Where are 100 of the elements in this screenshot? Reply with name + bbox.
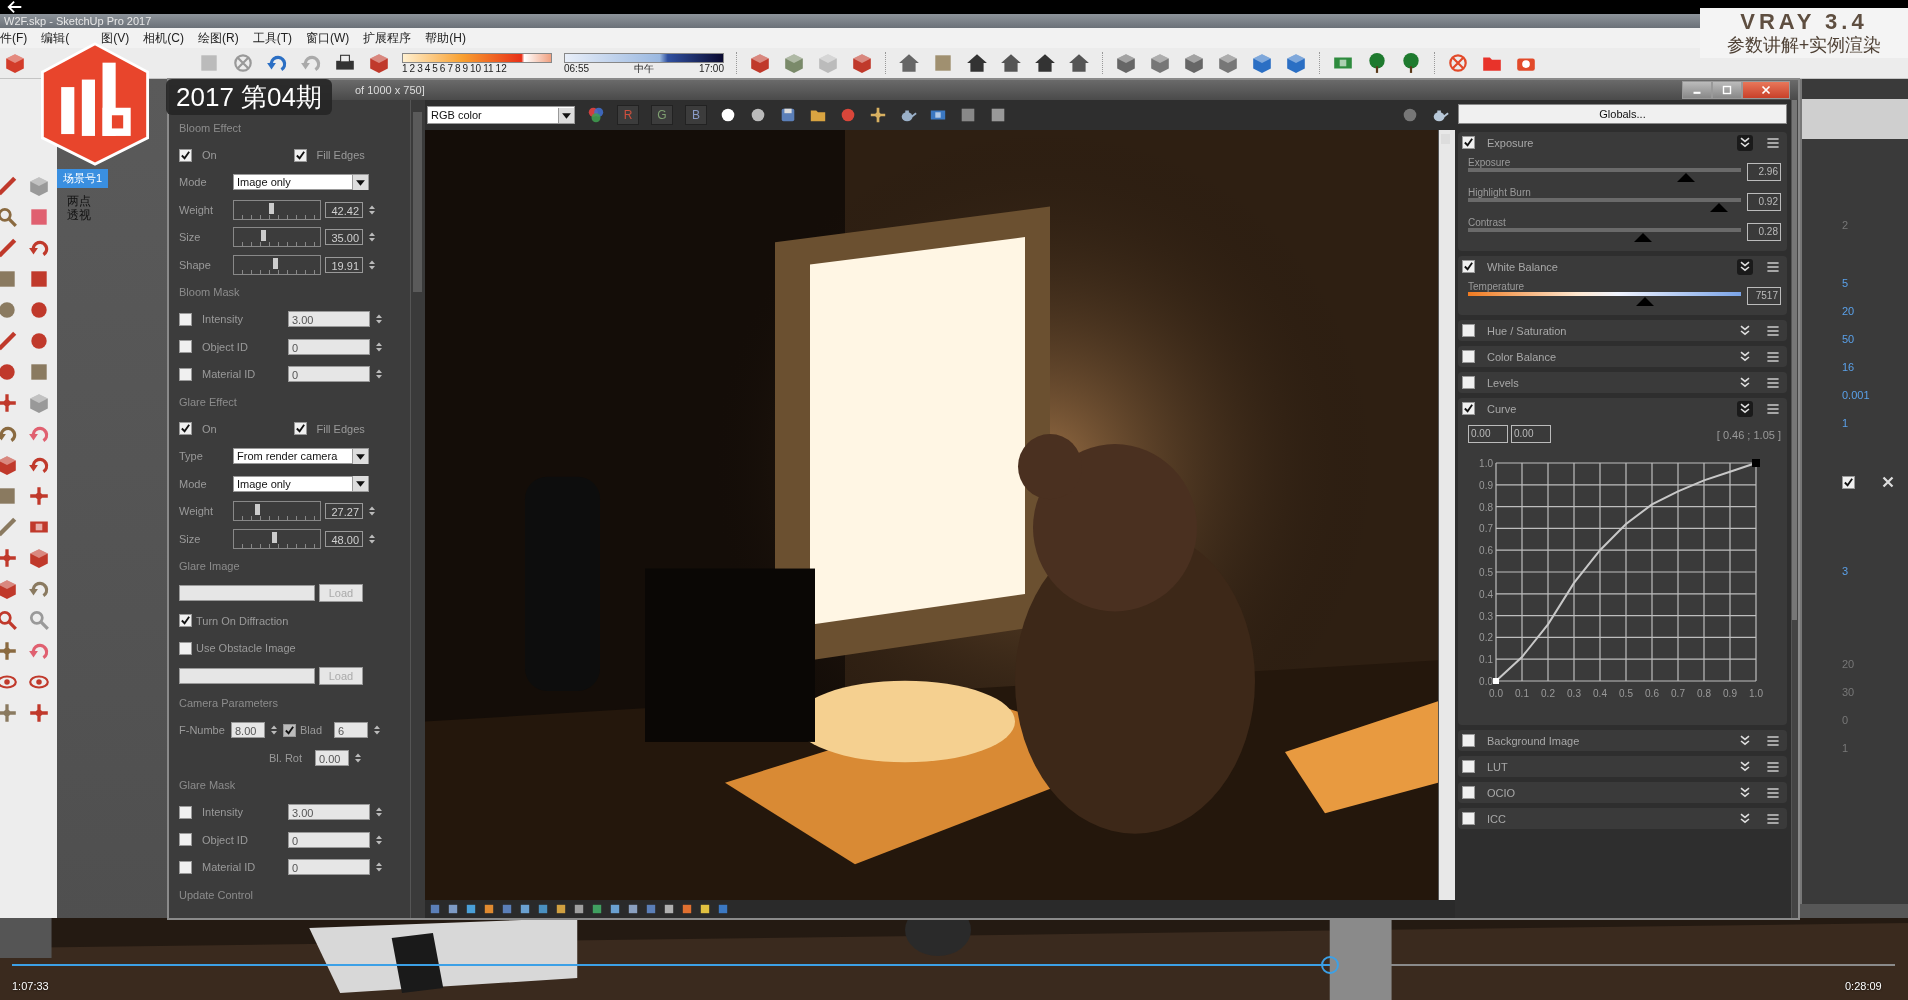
circle-icon[interactable] bbox=[719, 106, 737, 124]
spin-button[interactable] bbox=[374, 807, 384, 818]
spin-button[interactable] bbox=[367, 232, 377, 243]
square-icon[interactable] bbox=[465, 903, 477, 915]
pencil-icon[interactable] bbox=[0, 516, 18, 538]
checkbox[interactable] bbox=[1462, 136, 1475, 149]
scroll-thumb[interactable] bbox=[413, 112, 422, 292]
menu-item[interactable]: 扩展程序 bbox=[363, 29, 412, 47]
input-field[interactable]: 0 bbox=[288, 859, 370, 876]
cube-icon[interactable] bbox=[783, 52, 805, 74]
menu-item[interactable]: 编辑( bbox=[41, 29, 70, 47]
double-chevron-icon[interactable] bbox=[1737, 258, 1753, 275]
checkbox[interactable] bbox=[179, 422, 192, 436]
search-icon[interactable] bbox=[0, 206, 18, 228]
value-field[interactable]: 0.92 bbox=[1747, 193, 1781, 211]
number-field[interactable]: 16 bbox=[1842, 361, 1855, 373]
input-field[interactable] bbox=[179, 667, 315, 684]
scrollbar[interactable] bbox=[1791, 100, 1798, 918]
checkbox[interactable] bbox=[179, 641, 192, 655]
spin-button[interactable] bbox=[367, 259, 377, 270]
checkbox[interactable] bbox=[179, 805, 192, 819]
number-field[interactable]: 3 bbox=[1842, 565, 1849, 577]
square-icon[interactable] bbox=[609, 903, 621, 915]
cube-icon[interactable] bbox=[749, 52, 771, 74]
spin-button[interactable] bbox=[367, 204, 377, 215]
square-icon[interactable] bbox=[645, 903, 657, 915]
value-field[interactable]: 0.28 bbox=[1747, 223, 1781, 241]
slider-thumb[interactable] bbox=[273, 257, 279, 269]
value-field[interactable]: 0.00 bbox=[1511, 425, 1551, 443]
curve-line[interactable] bbox=[1493, 459, 1760, 684]
slider[interactable] bbox=[233, 528, 321, 549]
close-icon[interactable] bbox=[1759, 83, 1773, 97]
checkbox[interactable] bbox=[1462, 760, 1475, 773]
checkbox[interactable] bbox=[1462, 260, 1475, 273]
square-icon[interactable] bbox=[699, 903, 711, 915]
cube-icon[interactable] bbox=[1251, 52, 1273, 74]
slider[interactable] bbox=[233, 199, 321, 220]
number-field[interactable]: 0.001 bbox=[1842, 389, 1870, 401]
scrollbar[interactable] bbox=[1438, 130, 1455, 900]
checkbox[interactable] bbox=[1462, 734, 1475, 747]
value-field[interactable]: 7517 bbox=[1747, 287, 1781, 305]
checkbox[interactable] bbox=[179, 148, 192, 162]
cube-icon[interactable] bbox=[1183, 52, 1205, 74]
input-field[interactable]: 3.00 bbox=[288, 804, 370, 821]
cube-icon[interactable] bbox=[1115, 52, 1137, 74]
menu-item[interactable]: 相机(C) bbox=[143, 29, 184, 47]
slider-thumb[interactable] bbox=[261, 230, 267, 242]
square-icon[interactable] bbox=[28, 268, 50, 290]
checkbox[interactable] bbox=[179, 340, 192, 354]
square-icon[interactable] bbox=[591, 903, 603, 915]
value-field[interactable]: 2.96 bbox=[1747, 163, 1781, 181]
checkbox[interactable] bbox=[1462, 812, 1475, 825]
square-icon[interactable] bbox=[28, 361, 50, 383]
input-field[interactable]: 35.00 bbox=[325, 229, 363, 246]
channel-button[interactable]: G bbox=[651, 105, 673, 125]
checkbox[interactable] bbox=[1462, 402, 1475, 415]
channel-button[interactable]: B bbox=[685, 105, 707, 125]
checkbox[interactable] bbox=[179, 860, 192, 874]
slider[interactable] bbox=[233, 254, 321, 275]
checkbox[interactable] bbox=[1462, 350, 1475, 363]
spin-button[interactable] bbox=[269, 725, 279, 736]
cube-icon[interactable] bbox=[1285, 52, 1307, 74]
checkbox[interactable] bbox=[1462, 786, 1475, 799]
cube-icon[interactable] bbox=[0, 454, 18, 476]
menu-item[interactable]: 图(V) bbox=[101, 29, 130, 47]
spin-button[interactable] bbox=[374, 369, 384, 380]
crosshair-icon[interactable] bbox=[28, 485, 50, 507]
house-icon[interactable] bbox=[1000, 52, 1022, 74]
square-icon[interactable] bbox=[429, 903, 441, 915]
circle-icon[interactable] bbox=[749, 106, 767, 124]
checkbox[interactable] bbox=[179, 312, 192, 326]
square-icon[interactable] bbox=[681, 903, 693, 915]
input-field[interactable] bbox=[179, 585, 315, 602]
scrollbar[interactable] bbox=[410, 100, 425, 918]
house-icon[interactable] bbox=[966, 52, 988, 74]
cube-icon[interactable] bbox=[851, 52, 873, 74]
square-icon[interactable] bbox=[573, 903, 585, 915]
menu-item[interactable]: 工具(T) bbox=[252, 29, 292, 47]
close-button[interactable] bbox=[1742, 81, 1790, 99]
value-field[interactable]: 0.00 bbox=[1468, 425, 1508, 443]
cube-icon[interactable] bbox=[4, 52, 26, 74]
search-icon[interactable] bbox=[0, 609, 18, 631]
slider-thumb[interactable] bbox=[272, 531, 278, 543]
tree-icon[interactable] bbox=[1400, 52, 1422, 74]
square-icon[interactable] bbox=[663, 903, 675, 915]
number-field[interactable]: 20 bbox=[1842, 305, 1855, 317]
input-field[interactable]: 48.00 bbox=[325, 530, 363, 547]
input-field[interactable]: 3.00 bbox=[288, 311, 370, 328]
house-icon[interactable] bbox=[898, 52, 920, 74]
checkbox[interactable] bbox=[1462, 324, 1475, 337]
minimize-button[interactable] bbox=[1682, 81, 1712, 99]
input-field[interactable]: 19.91 bbox=[325, 256, 363, 273]
house-icon[interactable] bbox=[1068, 52, 1090, 74]
double-chevron-icon[interactable] bbox=[1737, 400, 1753, 417]
pencil-icon[interactable] bbox=[0, 330, 18, 352]
input-field[interactable]: 6 bbox=[334, 722, 368, 739]
dropdown[interactable]: From render camera bbox=[233, 448, 369, 465]
spin-button[interactable] bbox=[374, 341, 384, 352]
checkbox[interactable] bbox=[1462, 376, 1475, 389]
pencil-icon[interactable] bbox=[0, 175, 18, 197]
